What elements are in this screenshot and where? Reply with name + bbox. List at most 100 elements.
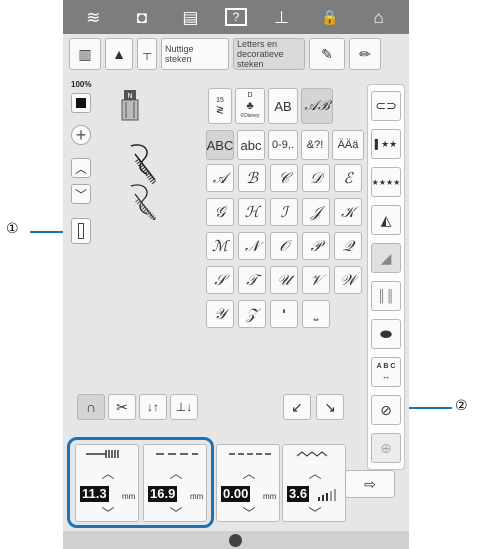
arrow-down-left-icon: ↙ [291, 398, 303, 415]
letter-key-M[interactable]: ℳ [206, 232, 234, 260]
twin-needle-icon: ║║ [377, 289, 395, 303]
setting-tension: ︿ 3.6 ﹀ [282, 444, 346, 522]
stitch-preview [130, 144, 157, 220]
length-decrease-button[interactable]: ﹀ [164, 505, 188, 521]
tension-increase-button[interactable]: ︿ [303, 465, 327, 481]
offset-unit: mm [263, 492, 277, 501]
thread-cut-link-button[interactable]: ⊘ [371, 395, 401, 425]
font-size-button[interactable]: ▌★★ [371, 129, 401, 159]
mirror-horizontal-button[interactable]: ◭ [371, 205, 401, 235]
letter-key-E[interactable]: ℰ [334, 164, 362, 192]
memory-button[interactable]: ⇨ [345, 470, 395, 498]
scroll-up-button[interactable]: ︿ [71, 158, 91, 178]
letters-decorative-tab[interactable]: Letters en decoratieve steken [233, 38, 305, 70]
letter-key-U[interactable]: 𝒰 [270, 266, 298, 294]
offset-increase-button[interactable]: ︿ [237, 465, 261, 481]
edit-pattern-button[interactable]: ✎ [309, 38, 345, 70]
width-increase-button[interactable]: ︿ [96, 465, 120, 481]
bottom-bar [63, 531, 409, 549]
category-script-button[interactable]: 𝒜ℬ [301, 88, 333, 124]
letter-key-J[interactable]: 𝒥 [302, 198, 330, 226]
thread-cutter-button[interactable]: ✂ [108, 394, 136, 420]
chevron-down-icon: ﹀ [242, 505, 256, 521]
stitch-length-view-button[interactable] [71, 218, 91, 244]
category-symbols-button[interactable]: &?! [301, 130, 329, 160]
setting-length: ︿ 16.9 mm ﹀ [143, 444, 207, 522]
category-accents-button[interactable]: ÄÄä [332, 130, 364, 160]
twin-needle-button[interactable]: ║║ [371, 281, 401, 311]
setting-width: ︿ 11.3 mm ﹀ [75, 444, 139, 522]
offset-decrease-button[interactable]: ﹀ [237, 505, 261, 521]
letter-spacing-button[interactable]: A B C ↔ [371, 357, 401, 387]
pivot-icon: ⊥↓ [175, 400, 193, 414]
letter-key-O[interactable]: 𝒪 [270, 232, 298, 260]
category-ab-button[interactable]: AB [268, 88, 298, 124]
category-uppercase-button[interactable]: ABC [206, 130, 234, 160]
category-disney-button[interactable]: D ♣ ©Disney [235, 88, 265, 124]
camera-icon[interactable]: ◘ [128, 9, 156, 26]
width-unit: mm [122, 492, 136, 501]
letter-key-H[interactable]: ℋ [238, 198, 266, 226]
density-button[interactable]: ★★★★ [371, 167, 401, 197]
triangle-button[interactable]: ▲ [105, 38, 133, 70]
eraser-button[interactable]: ⬬ [371, 319, 401, 349]
tension-level-icon [318, 489, 336, 501]
needle-button[interactable]: ┬ [137, 38, 157, 70]
letter-key-space[interactable]: ⎵ [302, 300, 330, 328]
reverse-loop-icon: ∩ [85, 399, 97, 415]
category-15-button[interactable]: 15 ≷ [208, 88, 232, 124]
letter-key-apostrophe[interactable]: ' [270, 300, 298, 328]
chevron-down-icon: ﹀ [101, 505, 115, 521]
letter-key-B[interactable]: ℬ [238, 164, 266, 192]
abc-label: A B C [376, 363, 396, 370]
auto-reverse-button[interactable]: ∩ [77, 394, 105, 420]
move-right-down-button[interactable]: ↘ [316, 394, 344, 420]
letter-key-I[interactable]: ℐ [270, 198, 298, 226]
help-icon[interactable]: ? [224, 8, 247, 26]
needle-position-button[interactable]: ⊕ [371, 433, 401, 463]
sewing-machine-screen: ≋ ◘ ▤ ? ⊥ 🔒 ⌂ ▥ ▲ ┬ Nuttige steken Lette… [63, 0, 409, 549]
needle-stop-button[interactable]: ↓↑ [139, 394, 167, 420]
arrow-down-right-icon: ↘ [324, 398, 336, 415]
home-icon[interactable]: ⌂ [365, 9, 393, 26]
letter-key-Y[interactable]: 𝒴 [206, 300, 234, 328]
zoom-plus-button[interactable]: + [71, 125, 91, 145]
move-left-down-button[interactable]: ↙ [283, 394, 311, 420]
wifi-icon[interactable]: ≋ [79, 9, 107, 26]
length-increase-button[interactable]: ︿ [164, 465, 188, 481]
presser-foot-icon[interactable]: ⊥ [268, 9, 296, 26]
pivot-button[interactable]: ⊥↓ [170, 394, 198, 420]
letter-key-T[interactable]: 𝒯 [238, 266, 266, 294]
letter-key-S[interactable]: 𝒮 [206, 266, 234, 294]
svg-text:N: N [127, 92, 132, 100]
color-square-button[interactable] [71, 93, 91, 113]
link-icon: ⊘ [380, 401, 392, 418]
chevron-up-icon: ︿ [242, 465, 256, 481]
letter-key-A[interactable]: 𝒜 [206, 164, 234, 192]
chevron-up-icon: ︿ [101, 465, 115, 481]
category-lowercase-button[interactable]: abc [237, 130, 265, 160]
letter-key-V[interactable]: 𝒱 [302, 266, 330, 294]
length-value: 16.9 [148, 486, 178, 502]
letter-key-C[interactable]: 𝒞 [270, 164, 298, 192]
mirror-vertical-button[interactable]: ◢ [371, 243, 401, 273]
lock-icon[interactable]: 🔒 [316, 10, 344, 24]
letter-key-Z[interactable]: 𝒵 [238, 300, 266, 328]
category-numbers-button[interactable]: 0-9,. [268, 130, 298, 160]
pattern-book-button[interactable]: ▥ [69, 38, 101, 70]
width-decrease-button[interactable]: ﹀ [96, 505, 120, 521]
letter-key-K[interactable]: 𝒦 [334, 198, 362, 226]
letter-key-G[interactable]: 𝒢 [206, 198, 234, 226]
tension-decrease-button[interactable]: ﹀ [303, 505, 327, 521]
scroll-down-button[interactable]: ﹀ [71, 184, 91, 204]
document-icon[interactable]: ▤ [176, 9, 204, 26]
vertical-bar-icon [78, 223, 84, 239]
letter-key-N[interactable]: 𝒩 [238, 232, 266, 260]
letter-key-W[interactable]: 𝒲 [334, 266, 362, 294]
letter-key-D[interactable]: 𝒟 [302, 164, 330, 192]
letter-key-P[interactable]: 𝒫 [302, 232, 330, 260]
settings-edit-button[interactable]: ✏ [349, 38, 381, 70]
useful-stitches-tab[interactable]: Nuttige steken [161, 38, 229, 70]
letter-key-Q[interactable]: 𝒬 [334, 232, 362, 260]
thread-return-button[interactable]: ⊂⊃ [371, 91, 401, 121]
